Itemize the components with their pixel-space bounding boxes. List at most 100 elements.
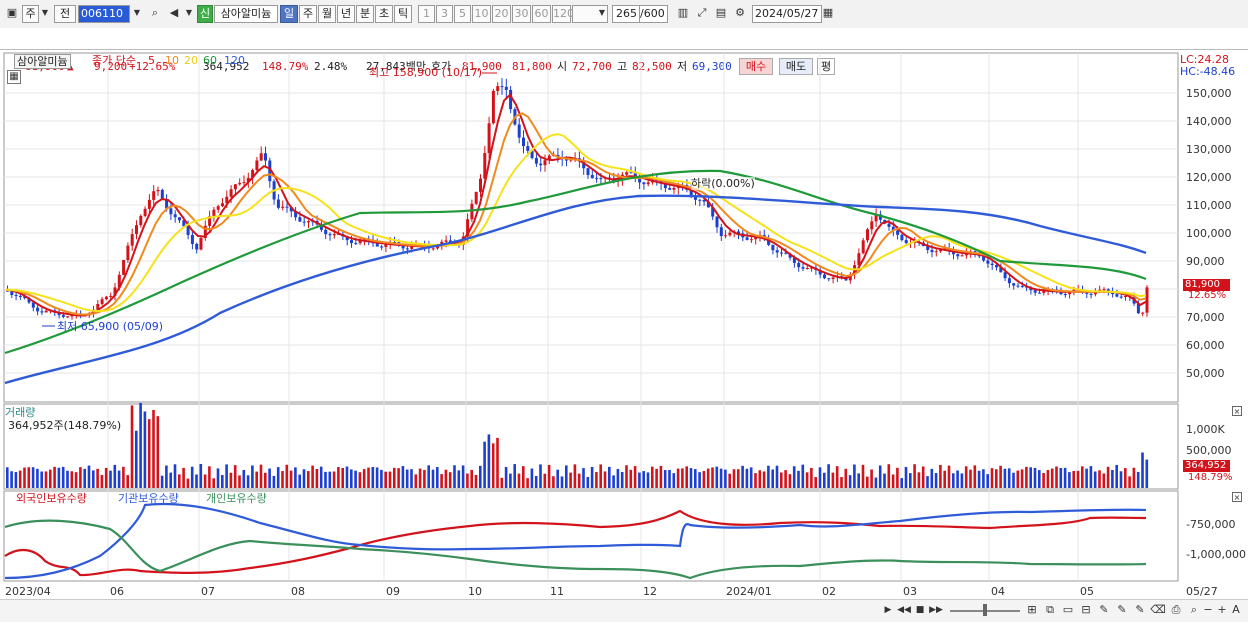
play-icon[interactable]: ▶ (880, 602, 896, 620)
candle-body (668, 188, 672, 190)
stock-code-input[interactable]: 006110 (78, 5, 130, 23)
interval-60[interactable]: 60 (532, 5, 551, 23)
volume-bar (251, 465, 254, 488)
volume-bar (805, 472, 809, 488)
volume-bar (474, 474, 478, 488)
candle-body (1038, 292, 1041, 294)
candle-body (698, 199, 702, 201)
chevron-down-icon[interactable]: ▼ (39, 5, 51, 23)
pen-icon[interactable]: ✎ (1096, 602, 1112, 620)
interval-120[interactable]: 120 (552, 5, 574, 23)
volume-bar (522, 466, 525, 488)
market-select[interactable]: 주 (22, 5, 39, 23)
period-week[interactable]: 주 (299, 5, 317, 23)
volume-bar (160, 475, 164, 488)
volume-bar (831, 472, 835, 488)
period-minute[interactable]: 분 (356, 5, 374, 23)
candle-icon[interactable]: ▥ (675, 5, 691, 23)
candle-body (178, 217, 181, 221)
volume-bar (182, 467, 185, 488)
volume-bar (930, 468, 934, 488)
candle-body (870, 221, 874, 230)
period-year[interactable]: 년 (337, 5, 355, 23)
eraser-icon[interactable]: ⌫ (1150, 602, 1166, 620)
calculator-icon[interactable]: ▦ (7, 70, 21, 84)
layout-icon[interactable]: ⊞ (1024, 602, 1040, 620)
interval-5[interactable]: 5 (454, 5, 471, 23)
font-size-icon[interactable]: A (1228, 602, 1244, 620)
ma-label-5: 5 (148, 54, 155, 67)
volume-bar (332, 471, 336, 488)
search-icon[interactable]: ⌕ (147, 5, 163, 23)
y-tick: 90,000 (1186, 255, 1225, 268)
volume-bar (1012, 472, 1015, 488)
hc-value: HC:-48.46 (1180, 65, 1236, 78)
pen-icon[interactable]: ✎ (1132, 602, 1148, 620)
volume-bar (754, 473, 757, 488)
grid-icon[interactable]: ⊟ (1078, 602, 1094, 620)
window-icon[interactable]: ▭ (1060, 602, 1076, 620)
volume-bar (345, 466, 349, 488)
candle-body (479, 178, 482, 192)
volume-bar (195, 474, 198, 488)
pen-icon[interactable]: ✎ (1114, 602, 1130, 620)
volume-bar (1046, 469, 1050, 488)
candle-body (1063, 294, 1067, 296)
period-second[interactable]: 초 (375, 5, 393, 23)
interval-3[interactable]: 3 (436, 5, 453, 23)
interval-30[interactable]: 30 (512, 5, 531, 23)
candle-body (990, 263, 994, 266)
volume-bar (491, 443, 495, 488)
window-icon[interactable]: ▣ (4, 5, 20, 23)
period-month[interactable]: 월 (318, 5, 336, 23)
ma-label-10: 10 (165, 54, 179, 67)
price-chart-canvas[interactable] (0, 51, 1248, 599)
volume-bar (1115, 464, 1118, 488)
volume-bar (681, 468, 684, 488)
date-input[interactable]: 2024/05/27 (752, 5, 822, 23)
price-pane-frame (3, 52, 1179, 403)
volume-bar (294, 467, 297, 488)
volume-bar (229, 472, 233, 488)
x-tick: 2024/01 (726, 585, 772, 598)
volume-bar (371, 467, 375, 488)
chart-area: 삼아알미늄 종가 단순 5 10 20 60 120 ▦ LC:24.28 HC… (0, 51, 1248, 621)
ma60-line (4, 169, 1147, 355)
market-option[interactable]: 전 (54, 5, 76, 23)
candle-body (827, 278, 831, 280)
copy-icon[interactable]: ⧉ (1042, 602, 1058, 620)
volume-bar (139, 402, 142, 488)
bar-count-input[interactable]: 265 (612, 5, 640, 23)
volume-bar (668, 469, 671, 488)
candle-body (405, 248, 409, 250)
print-icon[interactable]: ⎙ (1168, 602, 1184, 620)
forward-icon[interactable]: ▶▶ (928, 602, 944, 620)
zoom-slider-handle[interactable] (983, 604, 987, 616)
rewind-icon[interactable]: ◀◀ (896, 602, 912, 620)
close-icon[interactable]: × (1232, 406, 1242, 416)
save-icon[interactable]: ▤ (713, 5, 729, 23)
volume-bar (866, 476, 869, 488)
chevron-down-icon[interactable]: ▼ (596, 5, 608, 23)
crosshair-icon[interactable]: ⤢ (694, 5, 710, 23)
chevron-down-icon[interactable]: ▼ (130, 5, 144, 23)
interval-10[interactable]: 10 (472, 5, 491, 23)
candle-body (805, 268, 809, 270)
interval-1[interactable]: 1 (418, 5, 435, 23)
interval-20[interactable]: 20 (492, 5, 511, 23)
gear-icon[interactable]: ⚙ (732, 5, 748, 23)
volume-bar (302, 469, 306, 488)
volume-bar (737, 469, 740, 488)
legend-institution: 기관보유수량 (118, 492, 179, 505)
volume-bar (904, 466, 908, 488)
volume-bar (470, 469, 473, 488)
period-tick[interactable]: 틱 (394, 5, 412, 23)
chevron-down-icon[interactable]: ▼ (183, 5, 195, 23)
close-icon[interactable]: × (1232, 492, 1242, 502)
speaker-icon[interactable]: ◀ (166, 5, 182, 23)
period-day[interactable]: 일 (280, 5, 298, 23)
candle-body (242, 182, 246, 184)
volume-bar (401, 466, 405, 488)
calendar-icon[interactable]: ▦ (820, 5, 836, 23)
stop-icon[interactable]: ■ (912, 602, 928, 620)
